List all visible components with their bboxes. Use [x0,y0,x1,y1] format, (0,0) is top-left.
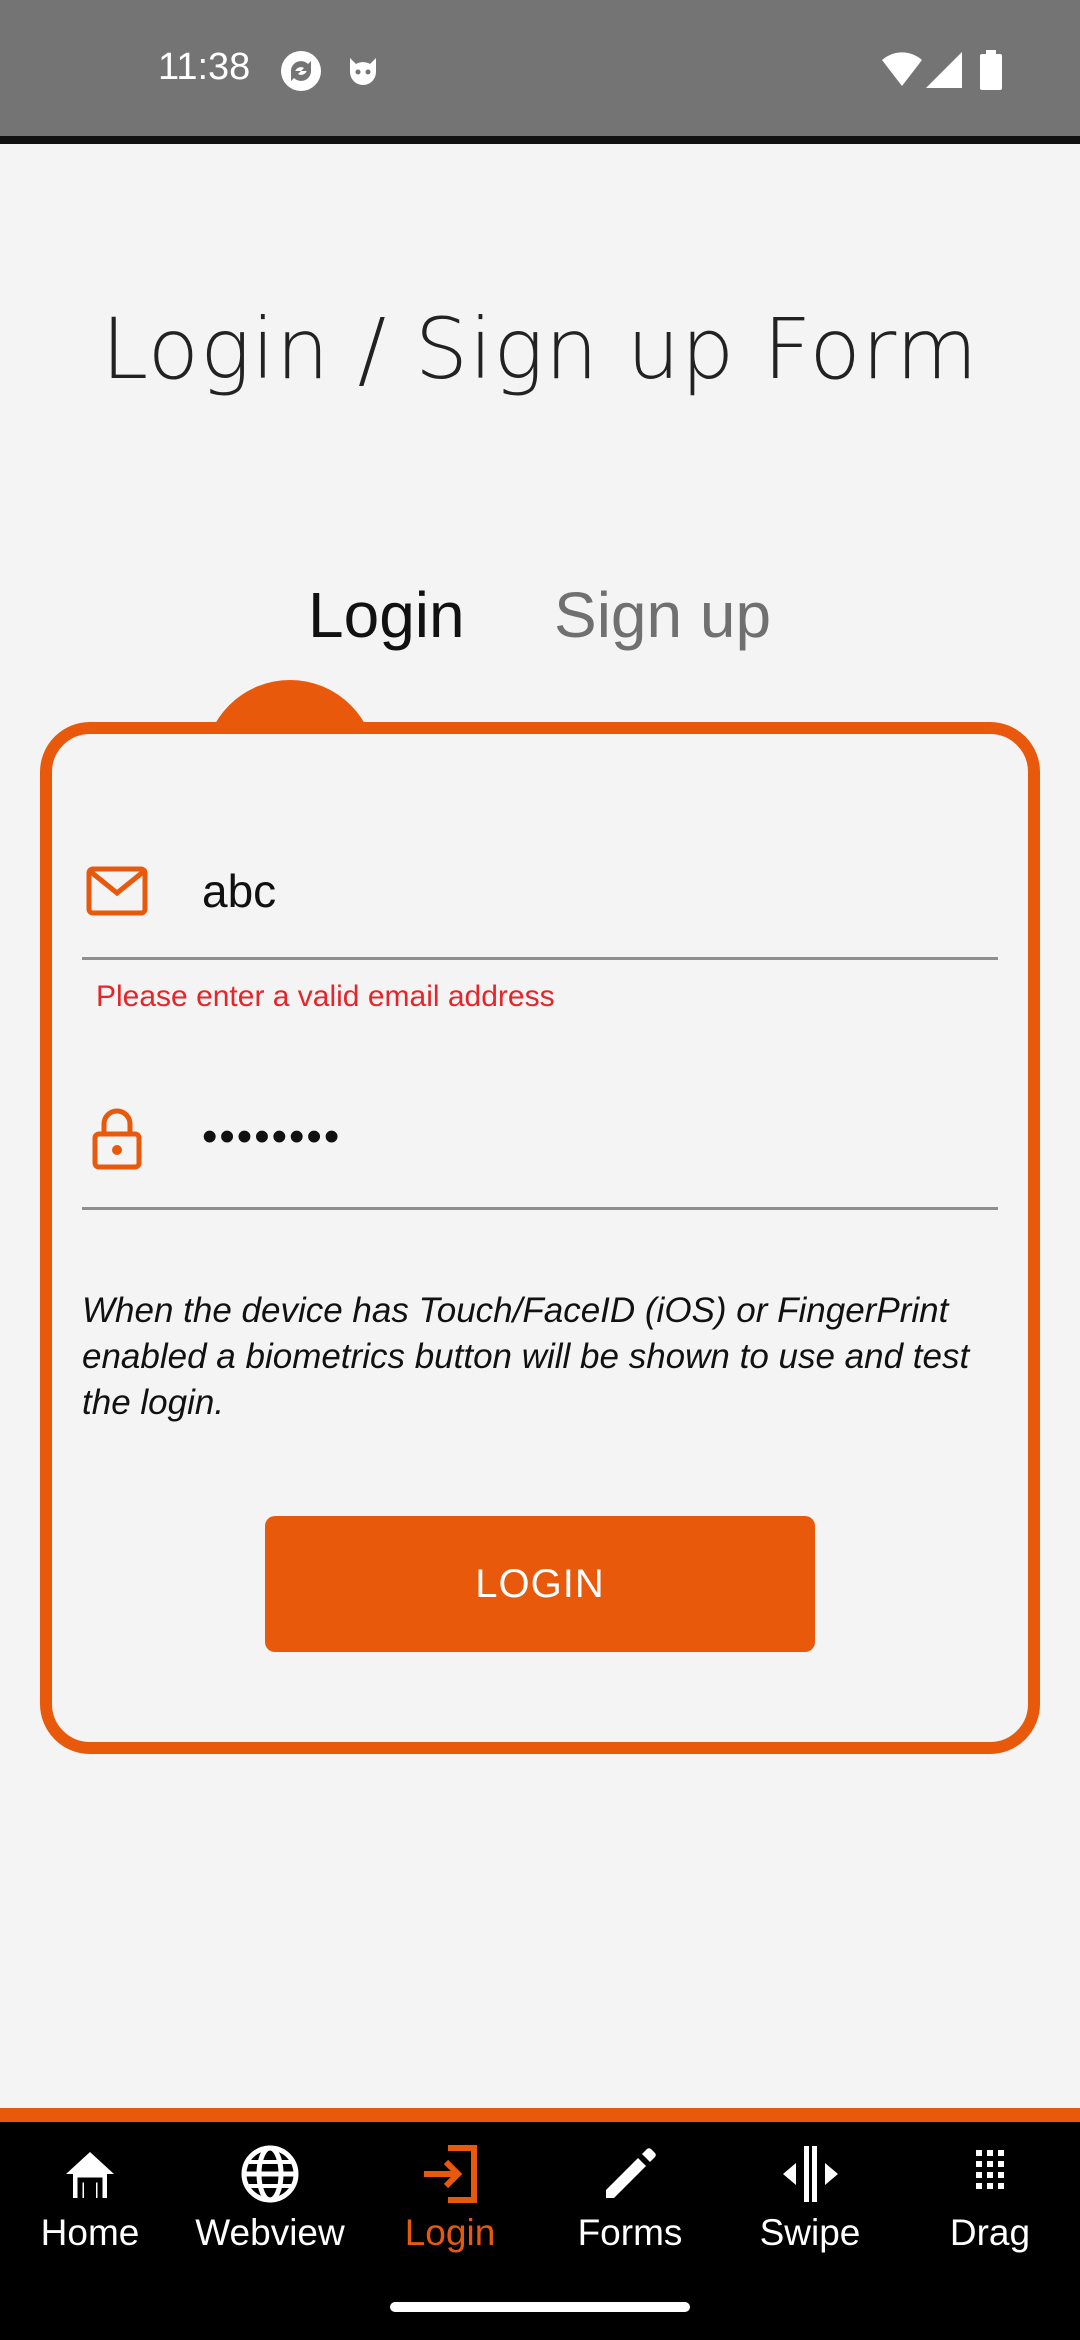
lock-icon [92,1108,142,1175]
biometrics-info-text: When the device has Touch/FaceID (iOS) o… [82,1291,970,1422]
email-field[interactable]: abc [202,864,276,918]
nav-item-login[interactable]: Login [360,2122,540,2272]
globe-icon [241,2145,299,2203]
status-bar-divider [0,136,1080,144]
nav-item-webview[interactable]: Webview [180,2122,360,2272]
nav-label-drag: Drag [949,2212,1031,2253]
page-title: Login / Sign up Form [101,300,979,398]
tab-signup[interactable]: Sign up [554,578,771,652]
nav-label-home: Home [40,2212,140,2253]
nav-label-webview: Webview [195,2212,345,2253]
nav-item-swipe[interactable]: Swipe [720,2122,900,2272]
login-button[interactable]: LOGIN [265,1516,815,1652]
swipe-icon [783,2146,838,2202]
tab-bar-accent-line [0,2108,1080,2122]
cat-face-icon [344,52,382,95]
pencil-icon [606,2148,656,2198]
home-indicator[interactable] [390,2302,690,2312]
nav-label-login: Login [404,2212,496,2253]
wifi-icon [882,52,922,93]
battery-icon [980,50,1002,95]
email-error-message: Please enter a valid email address [96,980,555,1013]
tab-login[interactable]: Login [308,578,465,652]
email-icon [86,866,148,921]
email-field-underline [82,957,998,960]
login-icon [424,2145,477,2203]
status-time: 11:38 [158,46,251,88]
grid-dots-icon [976,2150,1004,2189]
sync-icon [278,48,324,99]
password-field-underline [82,1207,998,1210]
nav-item-home[interactable]: Home [0,2122,180,2272]
status-bar: 11:38 [0,0,1080,136]
nav-item-drag[interactable]: Drag [900,2122,1080,2272]
nav-item-forms[interactable]: Forms [540,2122,720,2272]
cellular-icon [926,52,962,93]
nav-label-forms: Forms [577,2212,683,2253]
home-icon [66,2152,114,2198]
password-field[interactable]: •••••••• [202,1112,341,1162]
nav-label-swipe: Swipe [759,2212,861,2253]
